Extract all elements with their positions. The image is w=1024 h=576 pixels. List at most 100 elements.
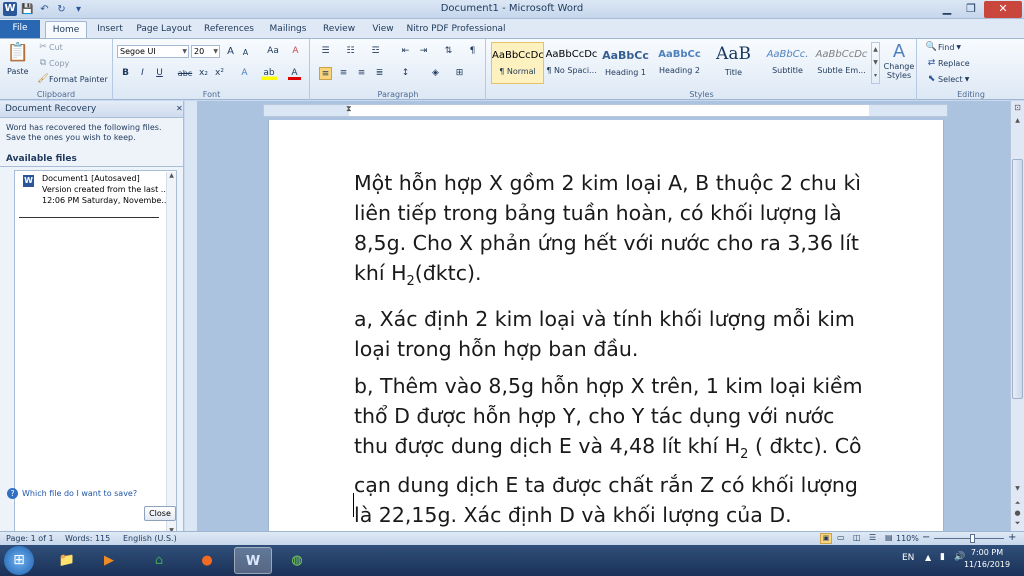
restore-button[interactable]: ❐ xyxy=(960,1,982,18)
app-icon[interactable]: ⌂ xyxy=(140,547,178,574)
web-layout-icon[interactable]: ◫ xyxy=(853,533,861,542)
shrink-font-icon[interactable]: A xyxy=(239,46,252,59)
next-page-icon[interactable]: ⏷ xyxy=(1012,519,1023,529)
draft-icon[interactable]: ▤ xyxy=(885,533,893,542)
tab-mailings[interactable]: Mailings xyxy=(264,21,312,38)
clock-time[interactable]: 7:00 PM xyxy=(962,548,1012,557)
tab-insert[interactable]: Insert xyxy=(90,21,130,38)
word-count[interactable]: Words: 115 xyxy=(65,534,110,543)
close-window-button[interactable]: ✕ xyxy=(984,1,1022,18)
style-normal[interactable]: AaBbCcDc ¶ Normal xyxy=(491,42,544,84)
full-screen-icon[interactable]: ▭ xyxy=(837,533,845,542)
outline-icon[interactable]: ☰ xyxy=(869,533,876,542)
print-layout-icon[interactable]: ▣ xyxy=(820,533,832,544)
document-page[interactable]: Một hỗn hợp X gồm 2 kim loại A, B thuộc … xyxy=(268,120,944,531)
font-size-combo[interactable]: 20 ▼ xyxy=(191,45,220,58)
styles-scroll[interactable]: ▲ ▼ ▾ xyxy=(871,42,880,84)
subscript-button[interactable]: x₂ xyxy=(197,67,210,80)
change-styles-button[interactable]: A Change Styles xyxy=(883,41,915,80)
ruler-toggle-icon[interactable]: ⊡ xyxy=(1012,103,1023,115)
vertical-ruler[interactable] xyxy=(185,101,197,531)
bold-button[interactable]: B xyxy=(119,67,132,80)
firefox-icon[interactable]: ● xyxy=(188,547,226,574)
clock-date[interactable]: 11/16/2019 xyxy=(960,560,1014,569)
which-file-help-link[interactable]: Which file do I want to save? xyxy=(22,489,137,498)
format-painter-button[interactable]: 🖌 Format Painter xyxy=(37,74,107,84)
language-indicator[interactable]: English (U.S.) xyxy=(123,534,177,543)
underline-button[interactable]: U xyxy=(153,67,166,80)
decrease-indent-icon[interactable]: ⇤ xyxy=(399,45,412,58)
language-indicator-taskbar[interactable]: EN xyxy=(902,553,914,563)
borders-icon[interactable]: ⊞ xyxy=(453,67,466,80)
style-title[interactable]: AaB Title xyxy=(707,42,760,84)
find-button[interactable]: 🔍 Find ▼ xyxy=(925,42,961,52)
scroll-down-icon[interactable]: ▼ xyxy=(1012,485,1023,496)
scroll-up-icon[interactable]: ▲ xyxy=(1012,117,1023,128)
tab-home[interactable]: Home xyxy=(45,21,87,38)
cut-button[interactable]: ✂ Cut xyxy=(37,42,63,52)
tab-nitro-pdf[interactable]: Nitro PDF Professional xyxy=(406,21,506,38)
previous-page-icon[interactable]: ⏶ xyxy=(1012,499,1023,509)
highlight-icon[interactable]: ab xyxy=(261,67,277,80)
style-heading-2[interactable]: AaBbCc Heading 2 xyxy=(653,42,706,84)
multilevel-list-icon[interactable]: ☲ xyxy=(369,45,382,58)
horizontal-ruler[interactable]: ⧗ xyxy=(263,104,948,117)
tab-references[interactable]: References xyxy=(200,21,258,38)
page-count[interactable]: Page: 1 of 1 xyxy=(6,534,54,543)
italic-button[interactable]: I xyxy=(136,67,149,80)
tab-view[interactable]: View xyxy=(366,21,400,38)
help-icon[interactable]: ? xyxy=(7,488,18,499)
select-button[interactable]: ⬉ Select ▼ xyxy=(925,74,970,84)
sort-icon[interactable]: ⇅ xyxy=(442,45,455,58)
zoom-slider-thumb[interactable] xyxy=(970,534,975,543)
vertical-scrollbar[interactable]: ⊡ ▲ ▼ ⏶ ● ⏷ xyxy=(1010,101,1024,531)
network-icon[interactable]: ▮ xyxy=(940,552,945,562)
show-hidden-icons-icon[interactable]: ▲ xyxy=(925,553,931,562)
grow-font-icon[interactable]: A xyxy=(224,45,237,58)
recovered-file-item[interactable]: W Document1 [Autosaved] Version created … xyxy=(17,173,169,209)
tab-file[interactable]: File xyxy=(0,20,40,38)
replace-button[interactable]: ⇄ Replace xyxy=(925,58,970,68)
start-button[interactable]: ⊞ xyxy=(4,546,34,575)
change-case-icon[interactable]: Aa xyxy=(264,45,282,58)
numbering-icon[interactable]: ☷ xyxy=(344,45,357,58)
close-pane-icon[interactable]: ✕ xyxy=(176,104,183,113)
scroll-thumb[interactable] xyxy=(1012,159,1023,399)
style-no-spacing[interactable]: AaBbCcDc ¶ No Spaci... xyxy=(545,42,598,84)
word-taskbar-icon[interactable]: W xyxy=(234,547,272,574)
style-subtitle[interactable]: AaBbCc. Subtitle xyxy=(761,42,814,84)
increase-indent-icon[interactable]: ⇥ xyxy=(417,45,430,58)
close-button[interactable]: Close xyxy=(144,506,176,521)
line-spacing-icon[interactable]: ↕ xyxy=(399,67,412,80)
paste-label[interactable]: Paste xyxy=(7,67,29,76)
minimize-button[interactable]: ▁ xyxy=(936,1,958,18)
style-subtle-emphasis[interactable]: AaBbCcDc Subtle Em... xyxy=(815,42,868,84)
superscript-button[interactable]: x² xyxy=(213,67,226,80)
scroll-up-icon[interactable]: ▲ xyxy=(167,172,176,179)
copy-button[interactable]: ⧉ Copy xyxy=(37,58,70,68)
indent-marker-icon[interactable]: ⧗ xyxy=(346,104,352,114)
bullets-icon[interactable]: ☰ xyxy=(319,45,332,58)
text-effects-icon[interactable]: A xyxy=(238,67,251,80)
align-right-icon[interactable]: ≡ xyxy=(355,67,368,80)
align-left-icon[interactable]: ≡ xyxy=(319,67,332,80)
tab-page-layout[interactable]: Page Layout xyxy=(134,21,194,38)
align-center-icon[interactable]: ≡ xyxy=(337,67,350,80)
font-color-icon[interactable]: A xyxy=(288,67,301,80)
zoom-out-button[interactable]: − xyxy=(922,532,930,543)
tab-review[interactable]: Review xyxy=(318,21,360,38)
clear-formatting-icon[interactable]: A xyxy=(289,45,302,58)
document-body[interactable]: Một hỗn hợp X gồm 2 kim loại A, B thuộc … xyxy=(353,168,874,537)
zoom-slider-track[interactable] xyxy=(934,538,1004,539)
paste-button[interactable]: 📋 xyxy=(6,42,30,68)
justify-icon[interactable]: ≣ xyxy=(373,67,386,80)
utility-icon[interactable]: ◍ xyxy=(278,547,316,574)
strikethrough-button[interactable]: abc xyxy=(176,67,194,80)
zoom-level[interactable]: 110% xyxy=(896,534,919,543)
zoom-in-button[interactable]: + xyxy=(1008,532,1016,543)
shading-icon[interactable]: ◈ xyxy=(429,67,442,80)
font-name-combo[interactable]: Segoe UI ▼ xyxy=(117,45,189,58)
explorer-icon[interactable]: 📁 xyxy=(48,547,86,574)
media-player-icon[interactable]: ▶ xyxy=(90,547,128,574)
file-list-scrollbar[interactable]: ▲ ▼ xyxy=(166,172,176,534)
